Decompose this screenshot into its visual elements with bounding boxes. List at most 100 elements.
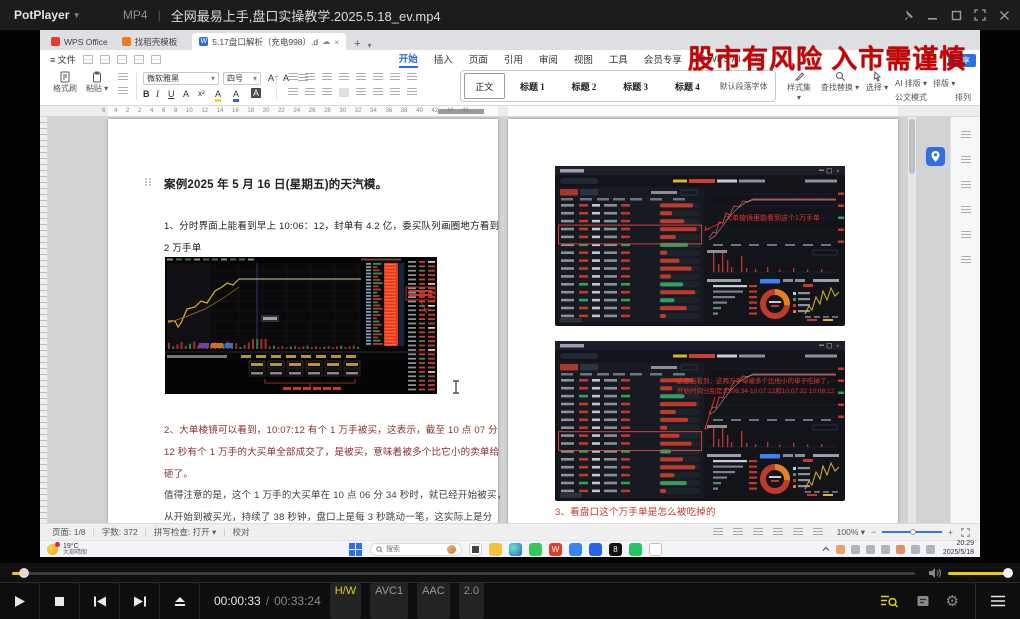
style-default-font[interactable]: 默认段落字体 [715, 73, 772, 99]
new-tab-icon[interactable]: + [354, 38, 360, 50]
gov-mode-button[interactable]: 公文模式 [895, 92, 927, 103]
sort-icon[interactable] [390, 73, 400, 82]
doc-scrollbar[interactable] [908, 117, 916, 523]
paragraph-drag-handle-icon[interactable] [144, 177, 152, 187]
tab-list-caret-icon[interactable]: ▾ [368, 41, 372, 50]
fit-screen-icon[interactable] [961, 528, 970, 537]
paste-button[interactable]: 粘贴 ▾ [84, 71, 110, 94]
arrange-button[interactable]: 排列 [955, 92, 971, 103]
style-heading2[interactable]: 标题 2 [560, 73, 608, 99]
ribbon-tab-review[interactable]: 审阅 [539, 52, 558, 66]
align-left-icon[interactable] [288, 88, 298, 97]
volume-bar[interactable] [948, 572, 1008, 575]
decoder-badge[interactable]: H/W [330, 583, 361, 619]
page-2[interactable]: ×大单棱镜里能看到这个1万手单 ×这里能看到，这两万手单被多个比他小的单子吃掉了… [508, 119, 898, 523]
italic-button[interactable]: I [156, 89, 159, 99]
decrease-indent-icon[interactable] [322, 73, 332, 82]
taskbar-search[interactable]: 搜索 [370, 543, 462, 556]
tray-chevron-icon[interactable] [822, 546, 830, 552]
increase-indent-icon[interactable] [339, 73, 349, 82]
file-explorer-icon[interactable] [489, 543, 502, 556]
text-direction-icon[interactable] [356, 73, 366, 82]
photos-app-icon[interactable] [589, 543, 602, 556]
weather-widget[interactable]: 19°C 大部晴朗 [46, 543, 87, 556]
zoom-slider-handle[interactable] [910, 529, 916, 535]
close-icon[interactable] [992, 6, 1016, 24]
ribbon-tab-tools[interactable]: 工具 [609, 52, 628, 66]
print-icon[interactable] [100, 55, 110, 64]
eject-button[interactable] [160, 583, 200, 619]
style-normal[interactable]: 正文 [464, 73, 505, 99]
maximize-icon[interactable] [944, 6, 968, 24]
zoom-out-button[interactable]: − [871, 527, 876, 537]
playlist-menu-icon[interactable] [990, 595, 1006, 607]
tray-app2-icon[interactable] [896, 545, 905, 554]
zoom-slider[interactable] [882, 531, 942, 533]
video-codec-badge[interactable]: AVC1 [370, 583, 408, 619]
view-eye-icon[interactable] [713, 528, 723, 537]
grow-font-button[interactable]: A⁺ [268, 73, 279, 84]
strikethrough-button[interactable]: A [183, 89, 189, 99]
document-area[interactable]: 案例2025 年 5 月 16 日(星期五)的天汽模。 1、分时界面上能看到早上… [40, 117, 980, 523]
ribbon-tab-member[interactable]: 会员专享 [644, 52, 682, 66]
tray-mic-icon[interactable] [866, 545, 875, 554]
tray-app1-icon[interactable] [836, 545, 845, 554]
start-button[interactable] [349, 543, 362, 556]
style-heading4[interactable]: 标题 4 [664, 73, 712, 99]
panel-help-icon[interactable] [961, 256, 971, 265]
app-menu-caret-icon[interactable]: ▾ [74, 10, 79, 21]
view-web-icon[interactable] [793, 528, 803, 537]
channels-badge[interactable]: 2.0 [459, 583, 484, 619]
stop-button[interactable] [40, 583, 80, 619]
task-view-icon[interactable] [469, 543, 482, 556]
format-painter-button[interactable]: 格式刷 [52, 71, 78, 94]
align-right-icon[interactable] [322, 88, 332, 97]
music-app-icon[interactable] [629, 543, 642, 556]
volume-handle[interactable] [1003, 568, 1013, 578]
superscript-button[interactable]: x² [198, 89, 205, 98]
ribbon-tab-page[interactable]: 页面 [469, 52, 488, 66]
doc-scrollbar-thumb[interactable] [909, 119, 915, 174]
copy-icon[interactable] [118, 87, 128, 96]
panel-todo-icon[interactable] [961, 231, 971, 240]
zoom-in-button[interactable]: + [948, 527, 953, 537]
redo-icon[interactable] [151, 55, 161, 64]
ribbon-tab-view[interactable]: 视图 [574, 52, 593, 66]
view-pen-icon[interactable] [813, 528, 823, 537]
ribbon-tab-home[interactable]: 开始 [399, 51, 418, 68]
status-proof[interactable]: 校对 [233, 526, 250, 538]
ai-layout-button[interactable]: AI 排版 ▾ [895, 78, 927, 89]
justify-icon[interactable] [339, 88, 349, 97]
shading-color-icon[interactable] [390, 88, 400, 97]
show-marks-icon[interactable] [407, 73, 417, 82]
seek-bar[interactable] [12, 572, 915, 575]
distribute-icon[interactable] [356, 88, 366, 97]
border-icon[interactable] [407, 88, 417, 97]
tab-docer[interactable]: 找稻壳模板 [115, 33, 185, 50]
wechat-icon[interactable] [529, 543, 542, 556]
numbered-list-icon[interactable] [305, 73, 315, 82]
panel-history-icon[interactable] [961, 206, 971, 215]
app-name[interactable]: PotPlayer [14, 8, 69, 22]
tray-network-icon[interactable] [911, 545, 920, 554]
save-icon[interactable] [83, 55, 93, 64]
pin-icon[interactable] [896, 6, 920, 24]
volume-icon[interactable] [928, 567, 942, 579]
fullscreen-icon[interactable] [968, 6, 992, 24]
panel-outline-icon[interactable] [961, 131, 971, 140]
char-shading-button[interactable]: A [251, 88, 261, 98]
tray-printer-icon[interactable] [881, 545, 890, 554]
video-area[interactable]: WPS Office 找稻壳模板 W 5.17盘口解析（充电998）.d ☁ ×… [0, 30, 1020, 563]
minimize-icon[interactable] [920, 6, 944, 24]
status-spellcheck[interactable]: 拼写检查: 打开 ▾ [154, 526, 216, 538]
tray-volume-icon[interactable] [926, 545, 935, 554]
font-color-button[interactable]: A [233, 89, 239, 102]
seek-handle[interactable] [19, 568, 29, 578]
horizontal-ruler[interactable]: 6 4 2 2 4 6 8 10 12 14 16 18 20 22 24 26… [40, 106, 980, 117]
undo-icon[interactable] [134, 55, 144, 64]
playlist-search-icon[interactable] [880, 594, 898, 608]
settings-gear-icon[interactable]: ⚙ [946, 592, 959, 610]
print-preview-icon[interactable] [117, 55, 127, 64]
panel-comment-icon[interactable] [961, 156, 971, 165]
previous-button[interactable] [80, 583, 120, 619]
